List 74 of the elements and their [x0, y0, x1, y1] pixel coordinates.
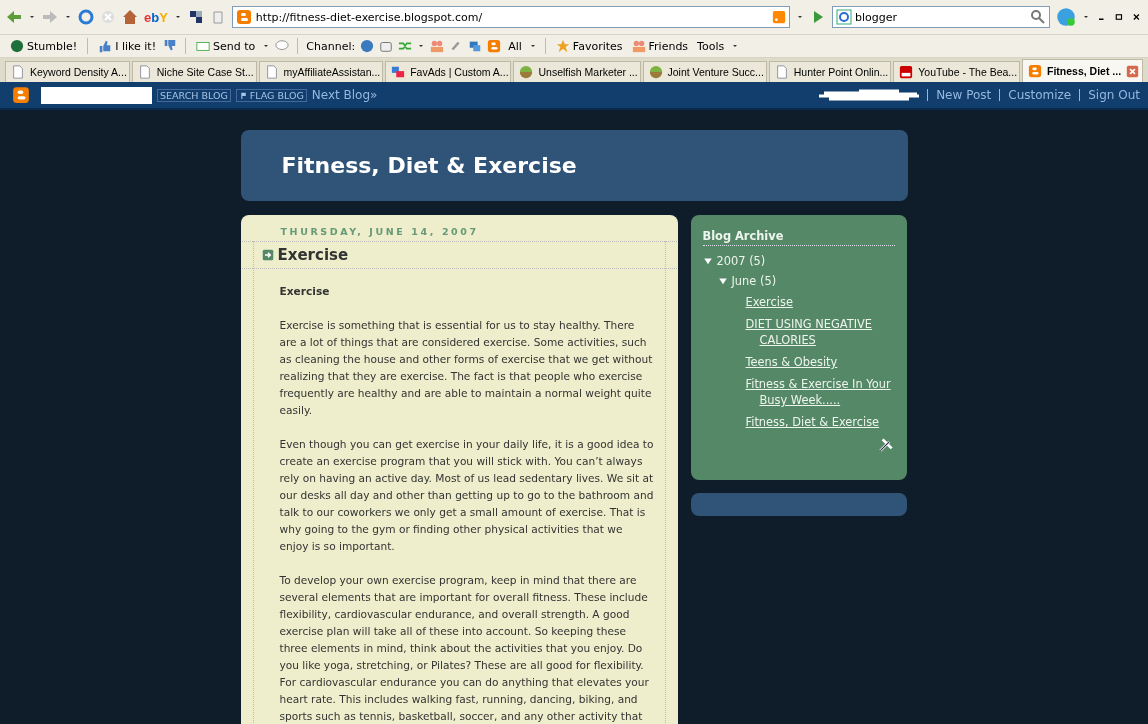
archive-post-link[interactable]: Fitness, Diet & Exercise — [745, 414, 910, 430]
like-button[interactable]: I like it! — [96, 38, 159, 54]
star-icon — [555, 39, 570, 53]
browser-tab[interactable]: Niche Site Case St... — [131, 61, 257, 82]
refresh-icon[interactable] — [78, 9, 94, 25]
page-icon — [774, 65, 789, 79]
people-icon — [631, 39, 646, 53]
blog-search-input[interactable] — [41, 86, 152, 104]
post-paragraph: To develop your own exercise program, keep in mind that there are several elements that are important for overall fitness. These include flexibility, cardiovascular endurance, and overall strength. A good exercise plan will take all of these into account. So keeping these three elements in mind, think about the activities that you enjoy. Do you like yoga, stretching, or Pilates? These are all good for flexibility. For cardiovascular endurance you can do anything that elevates your heart rate. This includes walking fast, running, dancing, biking, and sports such as tennis, basketball, soccer, and any other activity that — [279, 573, 650, 724]
browser-tab[interactable]: Keyword Density A... — [5, 61, 130, 82]
next-blog-link[interactable]: Next Blog» — [311, 88, 378, 102]
post-paragraph: Exercise is something that is essential for us to stay healthy. There are a lot of things that are considered exercise. Some activities, such as cleaning the house and other forms of exercise that we get without realizing that they are exercise. The fact is that people who exercise frequently are healthy and are able to maintain a normal weight quite easily. — [279, 318, 654, 418]
envelope-icon — [196, 39, 211, 53]
browser-tab[interactable]: Hunter Point Onlin... — [768, 61, 892, 82]
flag-blog-button[interactable]: FLAG BLOG — [235, 88, 307, 102]
globe-icon[interactable] — [360, 39, 375, 53]
browser-tab[interactable]: FavAds | Custom A... — [385, 61, 512, 82]
post-subtitle: Exercise — [279, 284, 331, 299]
all-dropdown[interactable]: All — [506, 38, 524, 54]
expanded-triangle-icon[interactable] — [702, 256, 713, 266]
blogger-logo-icon — [235, 9, 252, 25]
video-icon — [899, 65, 914, 79]
screens-icon[interactable] — [468, 39, 483, 53]
arrow-box-icon — [261, 249, 274, 261]
grid-icon[interactable] — [187, 9, 204, 25]
post-title[interactable]: Exercise — [277, 246, 349, 264]
expanded-triangle-icon[interactable] — [717, 276, 728, 286]
browser-tab[interactable]: YouTube - The Bea... — [893, 61, 1020, 82]
sphere-icon — [648, 65, 663, 79]
home-icon[interactable] — [122, 9, 138, 25]
thumbs-up-icon — [98, 39, 113, 53]
blogger-logo-icon — [1027, 64, 1042, 78]
browser-tab[interactable]: myAffiliateAssistan... — [258, 61, 384, 82]
tv-icon[interactable] — [379, 39, 394, 53]
navbar-link[interactable]: New Post — [936, 88, 992, 102]
navbar-link[interactable]: Sign Out — [1088, 88, 1140, 102]
channel-label: Channel: — [306, 39, 356, 53]
archive-post-link[interactable]: Teens & Obesity — [745, 354, 910, 370]
sphere-icon — [519, 65, 534, 79]
archive-post-link[interactable]: DIET USING NEGATIVE CALORIES — [745, 316, 910, 348]
search-icon[interactable] — [1030, 9, 1046, 25]
browser-tab[interactable]: Joint Venture Succ... — [642, 61, 767, 82]
speech-bubble-icon[interactable] — [275, 39, 290, 53]
navbar-link[interactable]: Customize — [1008, 88, 1072, 102]
blogger-logo-icon[interactable] — [12, 86, 30, 104]
page-icon — [11, 65, 25, 79]
page-icon — [264, 65, 279, 79]
ebay-logo[interactable]: ebY — [144, 9, 168, 25]
thumbs-down-icon[interactable] — [163, 39, 178, 53]
search-field[interactable]: blogger — [832, 6, 1050, 28]
archive-post-link[interactable]: Exercise — [745, 294, 910, 310]
archive-node[interactable]: 2007 (5) — [716, 254, 766, 268]
search-blog-button[interactable]: SEARCH BLOG — [157, 88, 231, 102]
flag-icon — [238, 90, 248, 100]
blog-title: Fitness, Diet & Exercise — [240, 130, 908, 201]
stumble-button[interactable]: Stumble! — [8, 38, 80, 54]
friends-button[interactable]: Friends — [629, 38, 691, 54]
archive-node[interactable]: June (5) — [731, 274, 777, 288]
people-icon[interactable] — [430, 39, 445, 53]
favorites-button[interactable]: Favorites — [553, 38, 625, 54]
browser-tab[interactable]: Fitness, Diet ... — [1021, 59, 1143, 82]
page-icon — [137, 65, 152, 79]
windows-icon — [391, 65, 406, 79]
close-tab-icon[interactable] — [1126, 64, 1140, 78]
browser-tab[interactable]: Unselfish Marketer ... — [513, 61, 641, 82]
archive-title: Blog Archive — [702, 229, 895, 246]
post-date: THURSDAY, JUNE 14, 2007 — [279, 226, 480, 239]
send-to-button[interactable]: Send to — [194, 38, 258, 54]
address-bar[interactable]: http://fitness-diet-exercise.blogspot.com/ — [231, 6, 790, 28]
post-paragraph: Even though you can get exercise in your daily life, it is a good idea to create an exercise program that you will stick with. You can’t always rely on having an active day. Most of us lead sedentary lives. We sit at our desks all day and other than getting up to go to the bathroom and talk to our coworkers we only get a small amount of exercise. That is why going to the gym or finding other physical activities that we enjoy is so important. — [279, 437, 655, 554]
archive-post-link[interactable]: Fitness & Exercise In Your Busy Week..... — [745, 376, 910, 408]
forward-arrow-icon[interactable] — [42, 9, 58, 25]
tools-menu[interactable]: Tools — [695, 38, 727, 54]
back-arrow-icon[interactable] — [6, 9, 22, 25]
